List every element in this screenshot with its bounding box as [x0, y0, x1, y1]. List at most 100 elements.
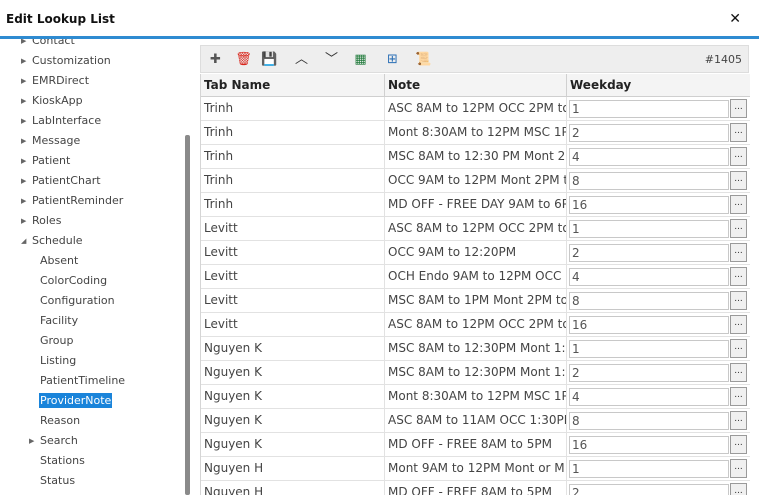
table-row[interactable]: Nguyen KMSC 8AM to 12:30PM Mont 1:3...: [201, 361, 750, 385]
note-cell[interactable]: MD OFF - FREE 8AM to 5PM: [385, 481, 567, 495]
weekday-picker-button[interactable]: ...: [730, 99, 747, 118]
tree-item-schedule[interactable]: ◢ Schedule: [21, 232, 84, 250]
weekday-input[interactable]: [569, 484, 729, 495]
column-header-note[interactable]: Note: [385, 74, 567, 96]
collapsed-arrow-icon[interactable]: ▶: [21, 92, 31, 110]
weekday-input[interactable]: [569, 148, 729, 166]
note-cell[interactable]: Mont 8:30AM to 12PM MSC 1P: [385, 121, 567, 144]
collapsed-arrow-icon[interactable]: ▶: [21, 172, 31, 190]
weekday-input[interactable]: [569, 268, 729, 286]
weekday-input[interactable]: [569, 316, 729, 334]
delete-icon[interactable]: 🗑: [235, 51, 252, 68]
tab-name-cell[interactable]: Trinh: [201, 97, 385, 120]
note-cell[interactable]: OCC 9AM to 12PM Mont 2PM t: [385, 169, 567, 192]
weekday-input[interactable]: [569, 220, 729, 238]
tab-name-cell[interactable]: Levitt: [201, 289, 385, 312]
note-cell[interactable]: ASC 8AM to 12PM OCC 2PM to: [385, 313, 567, 336]
table-row[interactable]: TrinhASC 8AM to 12PM OCC 2PM to...: [201, 97, 750, 121]
note-cell[interactable]: MD OFF - FREE DAY 9AM to 6PI: [385, 193, 567, 216]
collapsed-arrow-icon[interactable]: ▶: [21, 112, 31, 130]
tab-name-cell[interactable]: Trinh: [201, 145, 385, 168]
note-cell[interactable]: MSC 8AM to 12:30PM Mont 1:3: [385, 361, 567, 384]
save-icon[interactable]: 💾: [261, 51, 278, 68]
tab-name-cell[interactable]: Nguyen H: [201, 481, 385, 495]
note-cell[interactable]: MSC 8AM to 12:30 PM Mont 2P: [385, 145, 567, 168]
tree-item-colorcoding[interactable]: ColorCoding: [39, 272, 108, 290]
weekday-picker-button[interactable]: ...: [730, 459, 747, 478]
weekday-input[interactable]: [569, 172, 729, 190]
table-row[interactable]: TrinhMSC 8AM to 12:30 PM Mont 2P...: [201, 145, 750, 169]
table-row[interactable]: Nguyen KMSC 8AM to 12:30PM Mont 1:3...: [201, 337, 750, 361]
table-row[interactable]: Nguyen KMont 8:30AM to 12PM MSC 1P...: [201, 385, 750, 409]
tree-item-contact[interactable]: ▶ Contact: [21, 39, 76, 50]
collapsed-arrow-icon[interactable]: ▶: [21, 212, 31, 230]
tab-name-cell[interactable]: Trinh: [201, 193, 385, 216]
weekday-input[interactable]: [569, 412, 729, 430]
weekday-picker-button[interactable]: ...: [730, 315, 747, 334]
weekday-picker-button[interactable]: ...: [730, 171, 747, 190]
collapsed-arrow-icon[interactable]: ▶: [21, 192, 31, 210]
weekday-picker-button[interactable]: ...: [730, 243, 747, 262]
tab-name-cell[interactable]: Trinh: [201, 121, 385, 144]
weekday-picker-button[interactable]: ...: [730, 387, 747, 406]
tree-item-search[interactable]: ▶ Search: [29, 432, 79, 450]
document-icon[interactable]: 📜: [415, 51, 432, 68]
tab-name-cell[interactable]: Levitt: [201, 217, 385, 240]
collapsed-arrow-icon[interactable]: ▶: [21, 72, 31, 90]
tree-item-customization[interactable]: ▶ Customization: [21, 52, 112, 70]
close-icon[interactable]: ✕: [729, 11, 741, 27]
tree-item-roles[interactable]: ▶ Roles: [21, 212, 62, 230]
tree-item-status[interactable]: Status: [39, 472, 76, 490]
tree-item-kioskapp[interactable]: ▶ KioskApp: [21, 92, 84, 110]
collapsed-arrow-icon[interactable]: ▶: [21, 52, 31, 70]
expanded-arrow-icon[interactable]: ◢: [21, 232, 31, 250]
collapsed-arrow-icon[interactable]: ▶: [21, 132, 31, 150]
tree-item-patientreminder[interactable]: ▶ PatientReminder: [21, 192, 124, 210]
weekday-input[interactable]: [569, 388, 729, 406]
note-cell[interactable]: OCH Endo 9AM to 12PM OCC 2: [385, 265, 567, 288]
move-up-icon[interactable]: ︿: [293, 51, 310, 68]
table-row[interactable]: LevittASC 8AM to 12PM OCC 2PM to...: [201, 313, 750, 337]
tab-name-cell[interactable]: Levitt: [201, 313, 385, 336]
table-row[interactable]: TrinhMD OFF - FREE DAY 9AM to 6PI...: [201, 193, 750, 217]
weekday-picker-button[interactable]: ...: [730, 267, 747, 286]
tree-item-stations[interactable]: Stations: [39, 452, 86, 470]
column-header-tab-name[interactable]: Tab Name: [201, 74, 385, 96]
table-row[interactable]: Nguyen KASC 8AM to 11AM OCC 1:30PM...: [201, 409, 750, 433]
import-icon[interactable]: ⊞: [384, 51, 401, 68]
weekday-picker-button[interactable]: ...: [730, 195, 747, 214]
tree-item-emrdirect[interactable]: ▶ EMRDirect: [21, 72, 90, 90]
table-row[interactable]: LevittOCC 9AM to 12:20PM...: [201, 241, 750, 265]
weekday-picker-button[interactable]: ...: [730, 411, 747, 430]
tab-name-cell[interactable]: Nguyen K: [201, 361, 385, 384]
note-cell[interactable]: MSC 8AM to 12:30PM Mont 1:3: [385, 337, 567, 360]
note-cell[interactable]: MSC 8AM to 1PM Mont 2PM to: [385, 289, 567, 312]
tree-item-facility[interactable]: Facility: [39, 312, 79, 330]
add-icon[interactable]: ✚: [207, 51, 224, 68]
tab-name-cell[interactable]: Nguyen K: [201, 385, 385, 408]
table-row[interactable]: TrinhOCC 9AM to 12PM Mont 2PM t...: [201, 169, 750, 193]
weekday-input[interactable]: [569, 436, 729, 454]
weekday-input[interactable]: [569, 364, 729, 382]
tree-item-patientchart[interactable]: ▶ PatientChart: [21, 172, 102, 190]
weekday-picker-button[interactable]: ...: [730, 363, 747, 382]
note-cell[interactable]: Mont 9AM to 12PM Mont or M: [385, 457, 567, 480]
move-down-icon[interactable]: ﹀: [323, 51, 340, 68]
note-cell[interactable]: MD OFF - FREE 8AM to 5PM: [385, 433, 567, 456]
tree-scrollbar[interactable]: [185, 135, 190, 495]
table-row[interactable]: Nguyen KMD OFF - FREE 8AM to 5PM...: [201, 433, 750, 457]
weekday-input[interactable]: [569, 460, 729, 478]
weekday-input[interactable]: [569, 340, 729, 358]
tree-item-reason[interactable]: Reason: [39, 412, 81, 430]
weekday-picker-button[interactable]: ...: [730, 123, 747, 142]
tree-item-patienttimeline[interactable]: PatientTimeline: [39, 372, 126, 390]
weekday-input[interactable]: [569, 244, 729, 262]
column-header-weekday[interactable]: Weekday: [567, 74, 750, 96]
weekday-picker-button[interactable]: ...: [730, 291, 747, 310]
tree-item-labinterface[interactable]: ▶ LabInterface: [21, 112, 102, 130]
tab-name-cell[interactable]: Levitt: [201, 241, 385, 264]
tab-name-cell[interactable]: Nguyen K: [201, 409, 385, 432]
note-cell[interactable]: ASC 8AM to 12PM OCC 2PM to: [385, 217, 567, 240]
table-row[interactable]: Nguyen HMD OFF - FREE 8AM to 5PM...: [201, 481, 750, 495]
collapsed-arrow-icon[interactable]: ▶: [21, 39, 31, 50]
